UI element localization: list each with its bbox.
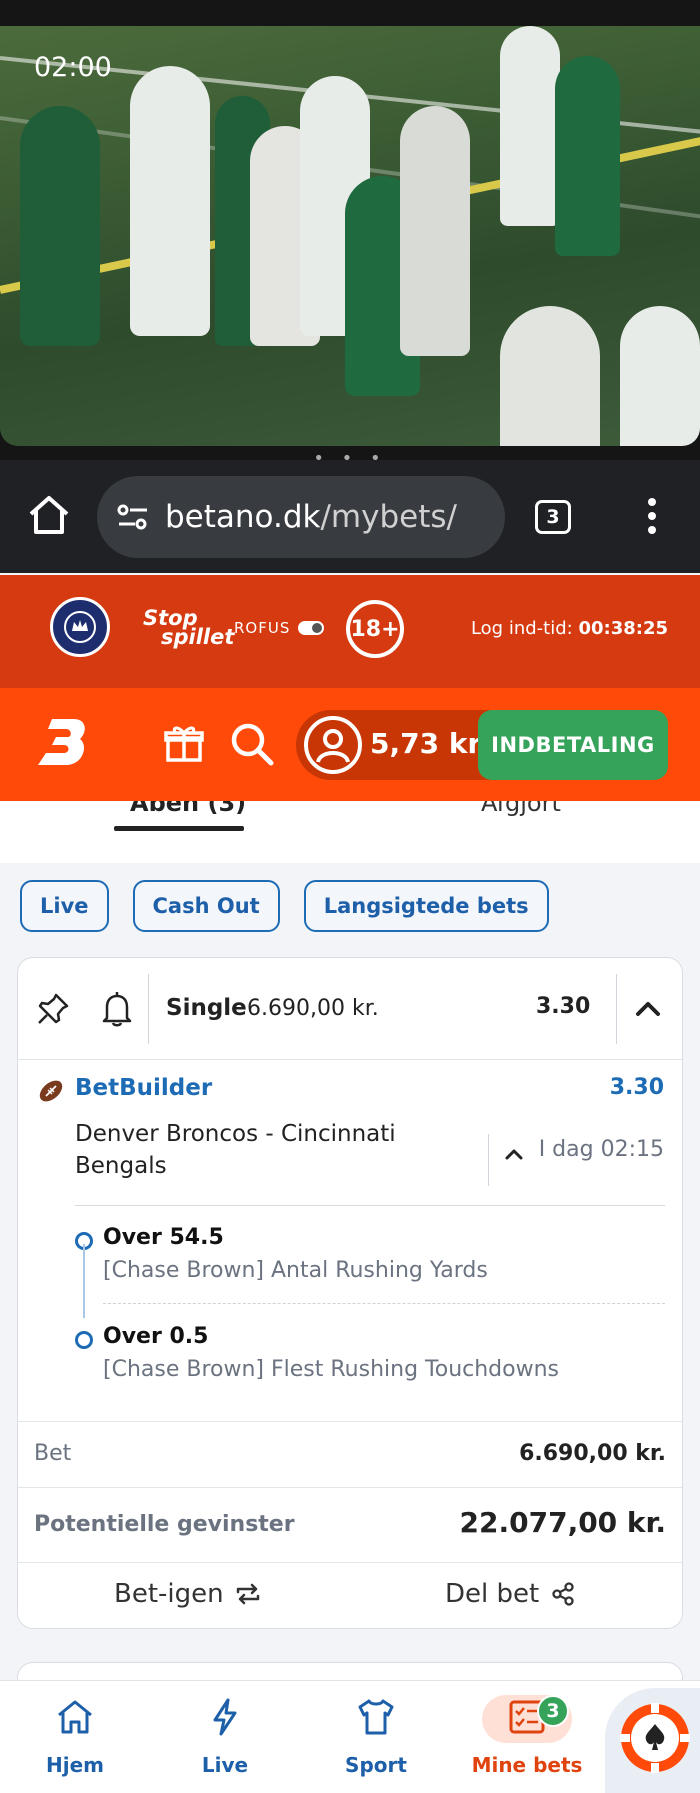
bet-card: Single 6.690,00 kr. 3.30 BetBuilder 3.30… bbox=[17, 957, 683, 1629]
pin-icon[interactable] bbox=[36, 992, 70, 1026]
bet-type: Single bbox=[166, 995, 247, 1021]
football-icon bbox=[39, 1080, 63, 1102]
spillemyndigheden-logo[interactable] bbox=[50, 597, 110, 657]
active-tab-indicator bbox=[114, 826, 244, 831]
bet-total-odds: 3.30 bbox=[536, 994, 591, 1019]
betano-logo[interactable] bbox=[34, 717, 90, 767]
url-host: betano.dk bbox=[165, 499, 321, 535]
potential-win-label: Potentielle gevinster bbox=[34, 1512, 295, 1537]
bet-card-header: Single 6.690,00 kr. 3.30 bbox=[18, 958, 682, 1060]
share-icon bbox=[552, 1582, 574, 1606]
search-icon[interactable] bbox=[228, 720, 276, 768]
gift-icon[interactable] bbox=[163, 722, 205, 764]
leg-selection: Over 54.5 bbox=[103, 1225, 224, 1250]
login-time-value: 00:38:25 bbox=[578, 618, 668, 639]
stake-label: Bet bbox=[34, 1441, 72, 1466]
leg-connector bbox=[83, 1244, 85, 1318]
nav-my-bets-label: Mine bets bbox=[471, 1753, 583, 1777]
betbuilder-label: BetBuilder bbox=[75, 1075, 213, 1101]
login-time-label: Log ind-tid: bbox=[470, 618, 573, 639]
bet-actions: Bet-igen Del bet bbox=[18, 1562, 682, 1628]
rofus-label: ROFUS bbox=[234, 619, 291, 637]
header-divider bbox=[616, 974, 617, 1044]
rebet-button[interactable]: Bet-igen bbox=[114, 1579, 262, 1609]
share-bet-button[interactable]: Del bet bbox=[445, 1579, 577, 1609]
bottom-navigation: Hjem Live Sport Mine bets 3 bbox=[0, 1680, 700, 1793]
leg-separator bbox=[103, 1303, 665, 1304]
match-divider bbox=[488, 1134, 489, 1186]
header-divider bbox=[148, 974, 149, 1044]
chevron-up-icon[interactable] bbox=[502, 1142, 526, 1166]
video-area: 02:00 • • • bbox=[0, 0, 700, 469]
tab-settled[interactable]: Afgjort bbox=[481, 801, 561, 817]
deposit-button[interactable]: INDBETALING bbox=[478, 710, 668, 780]
home-icon bbox=[58, 1700, 92, 1734]
betbuilder-odds: 3.30 bbox=[609, 1075, 664, 1100]
nav-live[interactable]: Live bbox=[165, 1681, 285, 1793]
regulation-bar: Stop spillet ROFUS 18+ Log ind-tid: 00:3… bbox=[0, 575, 700, 688]
video-player[interactable]: 02:00 bbox=[0, 26, 700, 446]
age-limit-badge: 18+ bbox=[346, 600, 404, 658]
potential-win-value: 22.077,00 kr. bbox=[459, 1506, 666, 1539]
leg-status-icon bbox=[75, 1331, 93, 1349]
stopspillet-logo[interactable]: Stop spillet bbox=[143, 608, 235, 649]
casino-chip-icon bbox=[620, 1703, 690, 1773]
lightning-icon bbox=[213, 1698, 237, 1736]
menu-dots-icon[interactable] bbox=[640, 496, 664, 536]
leg-market: [Chase Brown] Flest Rushing Touchdowns bbox=[103, 1357, 559, 1382]
rofus-link[interactable]: ROFUS bbox=[234, 619, 325, 637]
match-name[interactable]: Denver Broncos - Cincinnati Bengals bbox=[75, 1118, 415, 1182]
bet-status-tabs: Åben (3) Afgjort bbox=[0, 801, 700, 863]
tab-switcher-button[interactable]: 3 bbox=[535, 500, 571, 534]
user-icon[interactable] bbox=[304, 716, 362, 774]
crown-icon bbox=[64, 611, 96, 643]
account-balance: 5,73 kr. bbox=[370, 727, 488, 760]
nav-home[interactable]: Hjem bbox=[15, 1681, 135, 1793]
chevron-up-icon[interactable] bbox=[632, 994, 664, 1024]
screen: 02:00 • • • betano.dk/mybets/ 3 Stop spi… bbox=[0, 0, 700, 1793]
site-header: 5,73 kr. INDBETALING bbox=[0, 688, 700, 801]
repeat-icon bbox=[236, 1583, 259, 1605]
match-start-time: I dag 02:15 bbox=[538, 1137, 664, 1162]
site-settings-icon[interactable] bbox=[115, 499, 151, 535]
home-icon[interactable] bbox=[26, 492, 72, 538]
leg-selection: Over 0.5 bbox=[103, 1324, 209, 1349]
login-timer: Log ind-tid: 00:38:25 bbox=[471, 618, 668, 639]
stop-logo-line2: spillet bbox=[161, 624, 235, 649]
bet-filters: Live Cash Out Langsigtede bets bbox=[20, 880, 549, 932]
shirt-icon bbox=[358, 1699, 394, 1735]
url-text: betano.dk/mybets/ bbox=[165, 499, 457, 535]
nav-home-label: Hjem bbox=[46, 1753, 104, 1777]
bet-stake-header: 6.690,00 kr. bbox=[247, 996, 379, 1021]
legs-divider bbox=[75, 1205, 665, 1206]
potential-win-row: Potentielle gevinster 22.077,00 kr. bbox=[18, 1487, 682, 1562]
bell-icon[interactable] bbox=[100, 991, 134, 1027]
nav-sport-label: Sport bbox=[345, 1753, 407, 1777]
video-time: 02:00 bbox=[34, 52, 112, 83]
stake-value: 6.690,00 kr. bbox=[519, 1441, 666, 1466]
nav-my-bets[interactable]: Mine bets bbox=[467, 1681, 587, 1793]
nav-live-label: Live bbox=[201, 1753, 249, 1777]
rebet-label: Bet-igen bbox=[114, 1579, 224, 1609]
my-bets-count-badge: 3 bbox=[537, 1695, 569, 1727]
share-label: Del bet bbox=[445, 1579, 540, 1609]
nav-sport[interactable]: Sport bbox=[316, 1681, 436, 1793]
leg-market: [Chase Brown] Antal Rushing Yards bbox=[103, 1258, 488, 1283]
account-pill[interactable]: 5,73 kr. INDBETALING bbox=[296, 710, 668, 780]
filter-cash-out[interactable]: Cash Out bbox=[132, 880, 280, 932]
browser-toolbar: betano.dk/mybets/ 3 bbox=[0, 460, 700, 573]
url-path: /mybets/ bbox=[320, 499, 457, 535]
filter-live[interactable]: Live bbox=[20, 880, 109, 932]
stake-row: Bet 6.690,00 kr. bbox=[18, 1421, 682, 1487]
casino-button[interactable] bbox=[605, 1688, 700, 1793]
address-bar[interactable]: betano.dk/mybets/ bbox=[97, 476, 505, 558]
rofus-toggle-icon bbox=[298, 621, 325, 635]
tab-open[interactable]: Åben (3) bbox=[130, 801, 246, 817]
filter-long-term[interactable]: Langsigtede bets bbox=[303, 880, 549, 932]
